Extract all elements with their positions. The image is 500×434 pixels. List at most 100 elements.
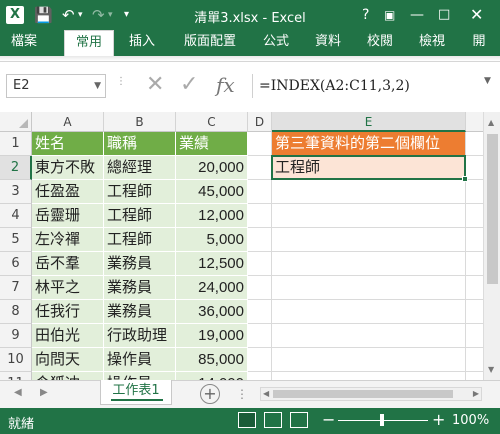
cell-e5[interactable]	[272, 228, 466, 252]
cell-e8[interactable]	[272, 300, 466, 324]
cell-a4[interactable]: 岳靈珊	[32, 204, 104, 228]
cell-a5[interactable]: 左冷禪	[32, 228, 104, 252]
enter-formula-icon[interactable]: ✓	[180, 72, 198, 98]
cell-f5[interactable]	[466, 228, 484, 252]
horizontal-scroll-thumb[interactable]	[273, 390, 453, 398]
page-break-view-icon[interactable]	[290, 412, 308, 428]
scroll-right-icon[interactable]: ▶	[473, 389, 479, 398]
formula-input[interactable]: =INDEX(A2:C11,3,2)	[252, 74, 477, 98]
scroll-up-icon[interactable]: ▲	[488, 118, 494, 127]
cell-d3[interactable]	[248, 180, 272, 204]
cell-f6[interactable]	[466, 252, 484, 276]
cell-a10[interactable]: 向問天	[32, 348, 104, 372]
cell-b9[interactable]: 行政助理	[104, 324, 176, 348]
cell-c7[interactable]: 24,000	[176, 276, 248, 300]
cell-b3[interactable]: 工程師	[104, 180, 176, 204]
cell-c8[interactable]: 36,000	[176, 300, 248, 324]
cell-d11[interactable]	[248, 372, 272, 380]
cell-d5[interactable]	[248, 228, 272, 252]
cell-d9[interactable]	[248, 324, 272, 348]
cell-a1[interactable]: 姓名	[32, 132, 104, 156]
cell-c10[interactable]: 85,000	[176, 348, 248, 372]
row-header-11[interactable]: 11	[0, 372, 32, 380]
cell-c9[interactable]: 19,000	[176, 324, 248, 348]
help-icon[interactable]: ?	[362, 5, 369, 25]
cell-d1[interactable]	[248, 132, 272, 156]
vertical-scroll-thumb[interactable]	[487, 134, 498, 284]
tab-data[interactable]: 資料	[306, 30, 350, 56]
name-box[interactable]: E2 ▼	[6, 74, 106, 98]
sheet-tab-1[interactable]: 工作表1	[100, 380, 172, 405]
cell-b6[interactable]: 業務員	[104, 252, 176, 276]
cell-c1[interactable]: 業績	[176, 132, 248, 156]
cell-f8[interactable]	[466, 300, 484, 324]
tab-view[interactable]: 檢視	[410, 30, 454, 56]
worksheet-grid[interactable]: A B C D E 1 姓名 職稱 業績 第三筆資料的第二個欄位 2 東方不敗 總經理 20,0…	[0, 112, 500, 380]
next-sheet-icon[interactable]: ▶	[40, 387, 48, 398]
cell-f4[interactable]	[466, 204, 484, 228]
fill-handle[interactable]	[462, 176, 468, 182]
tab-home[interactable]: 常用	[64, 30, 114, 56]
cell-c2[interactable]: 20,000	[176, 156, 248, 180]
cell-a7[interactable]: 林平之	[32, 276, 104, 300]
formula-bar-grip-icon[interactable]: ⋮	[116, 77, 126, 87]
expand-formula-bar-icon[interactable]: ▼	[484, 76, 491, 86]
tab-insert[interactable]: 插入	[120, 30, 164, 56]
column-header-c[interactable]: C	[176, 112, 248, 132]
cell-b7[interactable]: 業務員	[104, 276, 176, 300]
cell-b11[interactable]: 操作員	[104, 372, 176, 380]
row-header-8[interactable]: 8	[0, 300, 32, 324]
cell-f3[interactable]	[466, 180, 484, 204]
page-layout-view-icon[interactable]	[264, 412, 282, 428]
cell-e1[interactable]: 第三筆資料的第二個欄位	[272, 132, 466, 156]
column-header-e[interactable]: E	[272, 112, 466, 132]
tab-review[interactable]: 校閱	[358, 30, 402, 56]
cell-a3[interactable]: 任盈盈	[32, 180, 104, 204]
zoom-in-button[interactable]: +	[432, 410, 445, 429]
ribbon-display-icon[interactable]: ▣	[384, 5, 395, 25]
cell-a8[interactable]: 任我行	[32, 300, 104, 324]
cell-b5[interactable]: 工程師	[104, 228, 176, 252]
cell-e7[interactable]	[272, 276, 466, 300]
cell-f2[interactable]	[466, 156, 484, 180]
row-header-7[interactable]: 7	[0, 276, 32, 300]
cell-d4[interactable]	[248, 204, 272, 228]
close-icon[interactable]: ✕	[470, 5, 483, 25]
cancel-formula-icon[interactable]: ✕	[146, 72, 164, 98]
minimize-icon[interactable]: —	[410, 5, 424, 25]
horizontal-scrollbar[interactable]: ◀ ▶	[260, 387, 482, 401]
maximize-icon[interactable]: □	[438, 5, 450, 25]
name-box-dropdown-icon[interactable]: ▼	[94, 75, 101, 97]
row-header-1[interactable]: 1	[0, 132, 32, 156]
cell-d2[interactable]	[248, 156, 272, 180]
cell-a2[interactable]: 東方不敗	[32, 156, 104, 180]
select-all-button[interactable]	[0, 112, 32, 132]
cell-c5[interactable]: 5,000	[176, 228, 248, 252]
cell-b1[interactable]: 職稱	[104, 132, 176, 156]
scroll-down-icon[interactable]: ▼	[488, 365, 494, 374]
cell-b10[interactable]: 操作員	[104, 348, 176, 372]
tab-formulas[interactable]: 公式	[254, 30, 298, 56]
column-header-a[interactable]: A	[32, 112, 104, 132]
cell-b8[interactable]: 業務員	[104, 300, 176, 324]
cell-d10[interactable]	[248, 348, 272, 372]
cell-f10[interactable]	[466, 348, 484, 372]
cell-e3[interactable]	[272, 180, 466, 204]
cell-f7[interactable]	[466, 276, 484, 300]
cell-f1[interactable]	[466, 132, 484, 156]
vertical-scrollbar[interactable]: ▲ ▼	[483, 112, 500, 380]
cell-e9[interactable]	[272, 324, 466, 348]
insert-function-icon[interactable]: fx	[216, 72, 235, 98]
cell-a9[interactable]: 田伯光	[32, 324, 104, 348]
normal-view-icon[interactable]	[238, 412, 256, 428]
row-header-5[interactable]: 5	[0, 228, 32, 252]
row-header-6[interactable]: 6	[0, 252, 32, 276]
cell-d8[interactable]	[248, 300, 272, 324]
cell-d6[interactable]	[248, 252, 272, 276]
cell-c3[interactable]: 45,000	[176, 180, 248, 204]
tab-split-handle-icon[interactable]: ⋮	[236, 387, 248, 401]
row-header-4[interactable]: 4	[0, 204, 32, 228]
add-sheet-button[interactable]: +	[200, 384, 220, 404]
row-header-9[interactable]: 9	[0, 324, 32, 348]
column-header-d[interactable]: D	[248, 112, 272, 132]
